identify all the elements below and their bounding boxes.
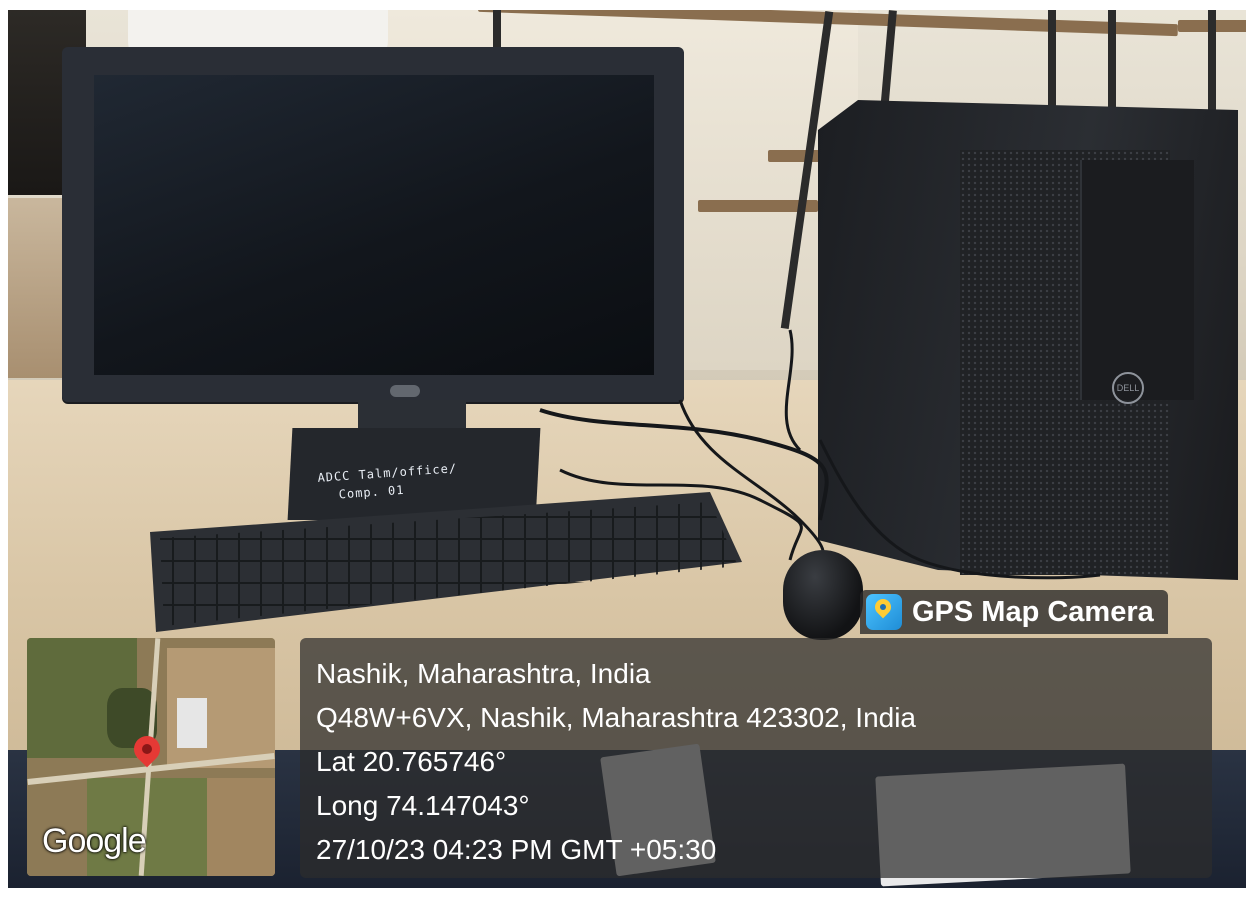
location-title: Nashik, Maharashtra, India [316,658,651,689]
address-line: Q48W+6VX, Nashik, Maharashtra 423302, In… [316,702,917,733]
location-pin-dot [142,744,152,754]
map-building [177,698,207,748]
map-field [207,778,275,876]
datetime-line: 27/10/23 04:23 PM GMT +05:30 [316,834,717,865]
longitude-line: Long 74.147043° [316,790,530,821]
gps-app-name: GPS Map Camera [912,595,1154,628]
map-provider-label: Google [42,822,147,860]
cable [818,439,1101,580]
gps-app-badge: GPS Map Camera [860,590,1168,634]
latitude-line: Lat 20.765746° [316,746,507,777]
cable [784,329,802,452]
map-pin-icon [866,594,902,630]
mouse [783,550,863,640]
